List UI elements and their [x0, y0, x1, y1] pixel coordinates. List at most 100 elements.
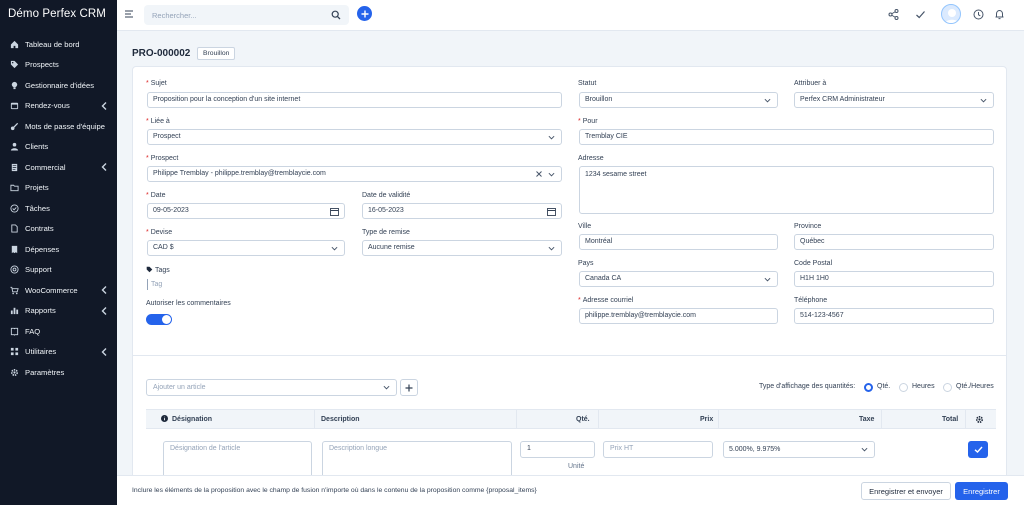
- city-input[interactable]: Montréal: [579, 234, 778, 250]
- sidebar-item-label: Utilitaires: [25, 347, 57, 357]
- info-icon[interactable]: [161, 415, 168, 422]
- address-label: Adresse: [578, 155, 604, 162]
- gear-icon: [8, 366, 20, 378]
- clear-icon[interactable]: [536, 171, 542, 177]
- prospect-select-value: Philippe Tremblay - philippe.tremblay@tr…: [153, 170, 326, 177]
- sidebar-item-tasks[interactable]: Tâches: [0, 198, 117, 219]
- assigned-select[interactable]: Perfex CRM Administrateur: [794, 92, 994, 108]
- brand-logo[interactable]: Démo Perfex CRM: [0, 0, 117, 30]
- save-and-send-button[interactable]: Enregistrer et envoyer: [861, 482, 951, 500]
- subject-label: * Sujet: [146, 80, 167, 87]
- page-title: PRO-000002: [132, 48, 191, 59]
- sidebar-item-contracts[interactable]: Contrats: [0, 219, 117, 240]
- sidebar-item-label: FAQ: [25, 326, 41, 336]
- receipt-icon: [8, 243, 20, 255]
- email-input[interactable]: philippe.tremblay@tremblaycie.com: [579, 308, 778, 324]
- sidebar-item-clients[interactable]: Clients: [0, 137, 117, 158]
- qty-mode-radio-label: Qté./Heures: [956, 383, 994, 390]
- qty-mode-radio-hours[interactable]: [899, 383, 908, 392]
- sidebar-item-appointments[interactable]: Rendez-vous: [0, 96, 117, 117]
- sidebar-item-reports[interactable]: Rapports: [0, 301, 117, 322]
- to-input[interactable]: Tremblay CIE: [579, 129, 994, 145]
- chevron-down-icon: [764, 98, 771, 103]
- search-input[interactable]: [144, 5, 314, 25]
- sidebar-item-label: Support: [25, 265, 52, 275]
- sidebar-item-faq[interactable]: FAQ: [0, 321, 117, 342]
- add-item-confirm-button[interactable]: [968, 441, 988, 458]
- discount-type-select-value: Aucune remise: [368, 244, 415, 251]
- sidebar-item-label: Prospects: [25, 60, 59, 70]
- subject-input[interactable]: Proposition pour la conception d'un site…: [147, 92, 562, 108]
- discount-type-select[interactable]: Aucune remise: [362, 240, 562, 256]
- currency-select[interactable]: CAD $: [147, 240, 345, 256]
- chevron-left-icon: [101, 347, 107, 356]
- lightbulb-icon: [8, 79, 20, 91]
- user-icon: [8, 141, 20, 153]
- sidebar-item-label: Projets: [25, 183, 49, 193]
- sidebar-nav: Tableau de bord Prospects Gestionnaire d…: [0, 30, 117, 383]
- tags-input[interactable]: Tag: [151, 281, 162, 288]
- item-qty-input[interactable]: 1: [520, 441, 595, 458]
- clock-icon[interactable]: [973, 9, 984, 20]
- save-button[interactable]: Enregistrer: [955, 482, 1008, 500]
- zip-label: Code Postal: [794, 260, 833, 267]
- currency-label: * Devise: [146, 229, 173, 236]
- sidebar-item-ideas[interactable]: Gestionnaire d'idées: [0, 75, 117, 96]
- sidebar-item-projects[interactable]: Projets: [0, 178, 117, 199]
- sidebar-item-leads[interactable]: Prospects: [0, 55, 117, 76]
- qty-mode-radio-label: Qté.: [877, 383, 891, 390]
- sidebar-item-label: Paramètres: [25, 367, 65, 377]
- calendar-icon: [8, 100, 20, 112]
- sidebar-item-expenses[interactable]: Dépenses: [0, 239, 117, 260]
- calendar-icon[interactable]: [330, 207, 339, 216]
- chevron-down-icon: [764, 277, 771, 282]
- state-input[interactable]: Québec: [794, 234, 994, 250]
- item-price-input[interactable]: Prix HT: [603, 441, 713, 458]
- status-select[interactable]: Brouillon: [579, 92, 778, 108]
- zip-input[interactable]: H1H 1H0: [794, 271, 994, 287]
- new-item-button[interactable]: [400, 379, 418, 396]
- item-unit-input[interactable]: Unité: [568, 463, 584, 470]
- user-avatar-icon: [944, 9, 960, 23]
- sidebar-item-label: Commercial: [25, 162, 66, 172]
- share-icon[interactable]: [888, 9, 899, 20]
- bell-icon[interactable]: [994, 9, 1005, 20]
- quick-create-button[interactable]: [357, 6, 372, 21]
- open-till-input[interactable]: 16-05-2023: [362, 203, 562, 219]
- sidebar-item-label: Rendez-vous: [25, 101, 70, 111]
- check-icon[interactable]: [915, 9, 926, 20]
- avatar[interactable]: [941, 4, 961, 24]
- sidebar-item-woocommerce[interactable]: WooCommerce: [0, 280, 117, 301]
- gear-icon[interactable]: [975, 415, 984, 424]
- sidebar-item-support[interactable]: Support: [0, 260, 117, 281]
- related-select[interactable]: Prospect: [147, 129, 562, 145]
- prospect-select[interactable]: Philippe Tremblay - philippe.tremblay@tr…: [147, 166, 562, 182]
- date-input[interactable]: 09-05-2023: [147, 203, 345, 219]
- calendar-icon[interactable]: [547, 207, 556, 216]
- phone-label: Téléphone: [794, 297, 828, 304]
- sidebar-item-label: Tableau de bord: [25, 39, 80, 49]
- chevron-left-icon: [101, 101, 107, 110]
- allow-comments-toggle[interactable]: [146, 314, 172, 325]
- state-label: Province: [794, 223, 822, 230]
- item-tax-select[interactable]: 5.000%, 9.975%: [723, 441, 875, 458]
- add-item-placeholder: Ajouter un article: [153, 384, 206, 391]
- folder-icon: [8, 182, 20, 194]
- add-item-select[interactable]: Ajouter un article: [146, 379, 397, 396]
- country-select[interactable]: Canada CA: [579, 271, 778, 287]
- email-label: * Adresse courriel: [578, 297, 634, 304]
- phone-input[interactable]: 514-123-4567: [794, 308, 994, 324]
- sidebar-item-team-passwords[interactable]: Mots de passe d'équipe: [0, 116, 117, 137]
- sidebar-item-sales[interactable]: Commercial: [0, 157, 117, 178]
- search-icon[interactable]: [331, 10, 341, 20]
- qty-mode-radio-qty-hours[interactable]: [943, 383, 952, 392]
- address-textarea[interactable]: 1234 sesame street: [579, 166, 994, 214]
- sidebar-item-utilities[interactable]: Utilitaires: [0, 342, 117, 363]
- sidebar-item-settings[interactable]: Paramètres: [0, 362, 117, 383]
- chevron-down-icon: [383, 385, 390, 390]
- menu-icon[interactable]: [125, 10, 133, 18]
- book-icon: [8, 325, 20, 337]
- sidebar-item-dashboard[interactable]: Tableau de bord: [0, 34, 117, 55]
- qty-mode-radio-qty[interactable]: [864, 383, 873, 392]
- date-input-value: 09-05-2023: [153, 207, 189, 214]
